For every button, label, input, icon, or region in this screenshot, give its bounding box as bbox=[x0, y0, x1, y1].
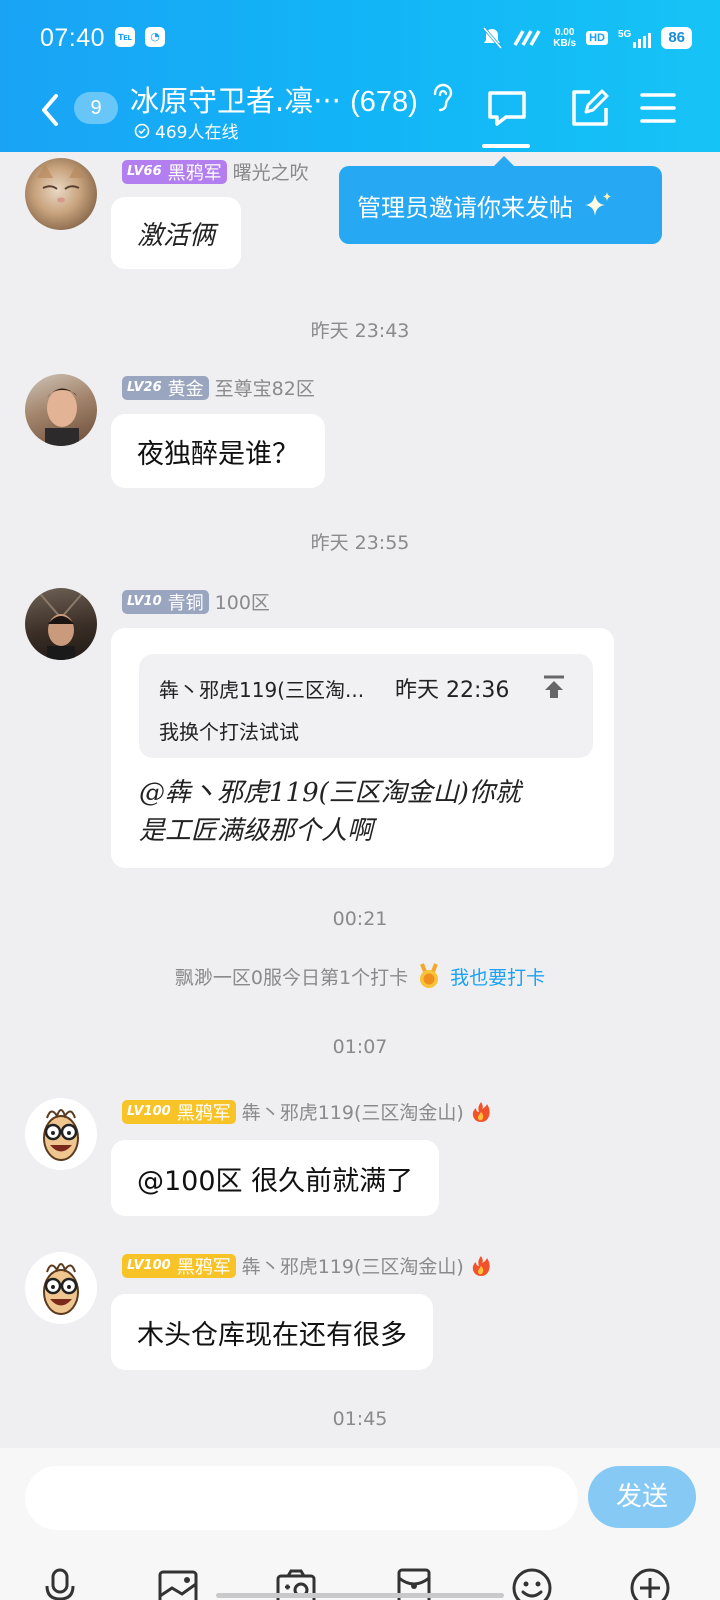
plus-icon[interactable] bbox=[628, 1566, 672, 1600]
jump-to-top-icon[interactable] bbox=[541, 674, 567, 700]
sender-name[interactable]: 曙光之吹 bbox=[233, 158, 309, 185]
timestamp: 01:45 bbox=[332, 1408, 388, 1430]
post-edit-icon[interactable] bbox=[568, 86, 612, 130]
level-badge: LV100 黑鸦军 bbox=[122, 1099, 236, 1124]
avatar[interactable] bbox=[25, 374, 97, 446]
status-right-group: 0.00 KB/s HD 5G 86 bbox=[481, 22, 692, 54]
fire-icon bbox=[472, 1101, 490, 1122]
message-bubble[interactable]: @100区 很久前就满了 bbox=[111, 1140, 440, 1216]
app-notification-icon: ℡ bbox=[115, 27, 135, 47]
ear-mode-icon[interactable] bbox=[430, 82, 456, 114]
sender-name[interactable]: 犇丶邪虎119(三区淘金山) bbox=[242, 1252, 464, 1279]
message-meta: LV100 黑鸦军 犇丶邪虎119(三区淘金山) bbox=[122, 1098, 492, 1125]
message-meta: LV26 黄金 至尊宝82区 bbox=[122, 374, 315, 401]
cartoon-avatar-image bbox=[43, 1263, 79, 1315]
message-bubble[interactable]: 木头仓库现在还有很多 bbox=[111, 1294, 433, 1370]
home-indicator bbox=[216, 1593, 504, 1598]
timestamp: 昨天 23:43 bbox=[310, 320, 410, 342]
mute-bell-icon bbox=[483, 27, 503, 49]
message-meta: LV66 黑鸦军 曙光之吹 bbox=[122, 158, 309, 185]
sender-name[interactable]: 犇丶邪虎119(三区淘金山) bbox=[242, 1098, 464, 1125]
medal-icon bbox=[420, 963, 439, 988]
timestamp: 00:21 bbox=[332, 908, 388, 930]
chat-header: 07:40 ℡ ◔ 0.00 KB/s HD 5G 86 9 冰原守卫者.凛··… bbox=[0, 0, 720, 152]
sparkle-icon bbox=[585, 192, 611, 216]
avatar[interactable] bbox=[25, 158, 97, 230]
emoji-icon[interactable] bbox=[510, 1566, 554, 1600]
status-time: 07:40 bbox=[40, 24, 106, 52]
quoted-message[interactable]: 犇丶邪虎119(三区淘... 昨天 22:36 我换个打法试试 bbox=[139, 654, 593, 758]
timestamp: 01:07 bbox=[332, 1036, 388, 1058]
avatar[interactable] bbox=[25, 588, 97, 660]
cartoon-avatar-image bbox=[43, 1109, 79, 1161]
quote-time: 昨天 22:36 bbox=[395, 678, 510, 703]
qq-notification-icon: ◔ bbox=[145, 27, 165, 47]
level-badge: LV26 黄金 bbox=[122, 375, 209, 400]
timestamp: 昨天 23:55 bbox=[310, 532, 410, 554]
microphone-icon[interactable] bbox=[38, 1566, 82, 1600]
message-bubble[interactable]: 激活俩 bbox=[111, 197, 242, 269]
menu-icon[interactable] bbox=[636, 86, 680, 130]
nfc-signal-icon bbox=[513, 30, 541, 46]
message-input[interactable] bbox=[25, 1466, 578, 1530]
quote-text: 我换个打法试试 bbox=[159, 720, 299, 744]
online-count: 469人在线 bbox=[134, 118, 238, 143]
battery-indicator: 86 bbox=[661, 27, 692, 49]
checkin-notice: 飘渺一区0服今日第1个打卡 我也要打卡 bbox=[0, 962, 720, 990]
sender-name[interactable]: 至尊宝82区 bbox=[215, 374, 315, 401]
fire-icon bbox=[472, 1255, 490, 1276]
level-badge: LV100 黑鸦军 bbox=[122, 1253, 236, 1278]
back-arrow-icon[interactable] bbox=[36, 90, 66, 130]
message-meta: LV10 青铜 100区 bbox=[122, 588, 270, 615]
avatar[interactable] bbox=[25, 1252, 97, 1324]
message-meta: LV100 黑鸦军 犇丶邪虎119(三区淘金山) bbox=[122, 1252, 492, 1279]
reply-text: @犇丶邪虎119(三区淘金山)你就 是工匠满级那个人啊 bbox=[139, 778, 521, 846]
avatar[interactable] bbox=[25, 1098, 97, 1170]
composer: 发送 bbox=[0, 1448, 720, 1600]
active-tab-indicator bbox=[482, 144, 530, 148]
group-title[interactable]: 冰原守卫者.凛··· (678) bbox=[130, 78, 418, 120]
sender-name[interactable]: 100区 bbox=[215, 588, 270, 615]
chat-tab-icon[interactable] bbox=[485, 86, 529, 130]
cell-signal: 5G bbox=[618, 29, 652, 48]
hd-indicator: HD bbox=[586, 31, 608, 45]
message-bubble[interactable]: 夜独醉是谁？ bbox=[111, 414, 325, 488]
network-speed: 0.00 KB/s bbox=[553, 27, 577, 49]
checkin-link[interactable]: 我也要打卡 bbox=[450, 963, 545, 990]
level-badge: LV66 黑鸦军 bbox=[122, 159, 227, 184]
status-bar: 07:40 ℡ ◔ 0.00 KB/s HD 5G 86 bbox=[0, 0, 720, 76]
cat-avatar-image bbox=[37, 164, 85, 203]
image-icon[interactable] bbox=[156, 1566, 200, 1600]
man-tower-avatar-image bbox=[34, 588, 88, 660]
online-check-icon bbox=[134, 123, 150, 138]
unread-count-badge[interactable]: 9 bbox=[74, 92, 118, 124]
send-button[interactable]: 发送 bbox=[588, 1466, 696, 1528]
level-badge: LV10 青铜 bbox=[122, 589, 209, 614]
man-avatar-image bbox=[45, 388, 79, 446]
quote-author: 犇丶邪虎119(三区淘... bbox=[159, 678, 365, 702]
admin-invite-tooltip[interactable]: 管理员邀请你来发帖 bbox=[339, 156, 662, 244]
